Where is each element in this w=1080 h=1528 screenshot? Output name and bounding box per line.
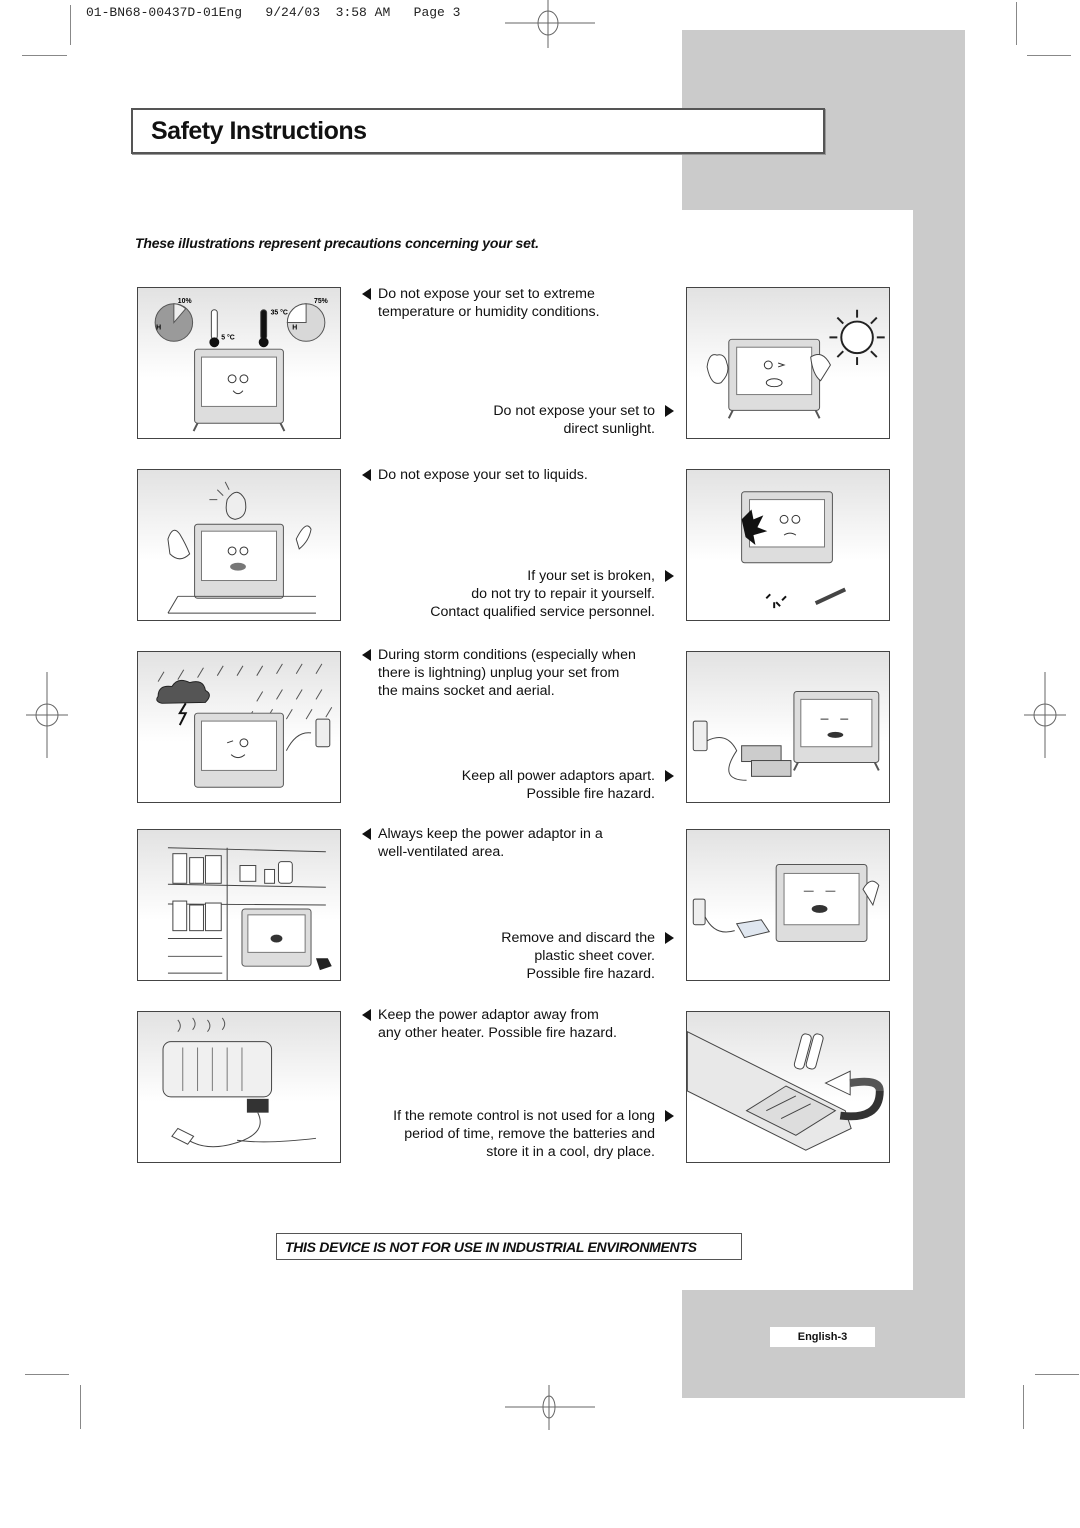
right-arrow-icon xyxy=(665,1110,674,1122)
tv-icon xyxy=(194,523,284,599)
industrial-warning-box: THIS DEVICE IS NOT FOR USE IN INDUSTRIAL… xyxy=(276,1233,742,1260)
sun-icon xyxy=(829,309,885,365)
crop-mark xyxy=(22,55,67,56)
precaution-line: do not try to repair it yourself. xyxy=(471,586,655,602)
svg-text:H: H xyxy=(292,324,297,331)
page-number-label: English-3 xyxy=(770,1327,875,1347)
illustration-plastic-cover xyxy=(686,829,890,981)
precaution-line: Possible fire hazard. xyxy=(526,966,655,982)
precaution-lines: Do not expose your set to liquids. xyxy=(362,466,588,484)
precaution-line: temperature or humidity conditions. xyxy=(378,304,600,320)
page-subtitle: These illustrations represent precaution… xyxy=(135,235,539,251)
right-arrow-icon xyxy=(665,770,674,782)
precaution-text: If the remote control is not used for a … xyxy=(393,1107,674,1161)
illustration-heater xyxy=(137,1011,341,1163)
precaution-text: Do not expose your set to liquids. xyxy=(362,466,588,484)
precaution-line: plastic sheet cover. xyxy=(534,948,655,964)
precaution-text: Keep the power adaptor away from any othe… xyxy=(362,1006,617,1042)
precaution-line: Keep all power adaptors apart. xyxy=(461,768,655,784)
illustration-sunlight xyxy=(686,287,890,439)
tv-icon xyxy=(775,864,868,943)
precaution-lines: Do not expose your set to extreme tempera… xyxy=(362,285,600,321)
page-tab-strip xyxy=(913,210,965,1292)
precaution-line: Do not expose your set to liquids. xyxy=(378,467,588,483)
precaution-lines: Keep all power adaptors apart. Possible f… xyxy=(462,767,655,803)
precaution-lines: If the remote control is not used for a … xyxy=(393,1107,655,1161)
precaution-lines: Keep the power adaptor away from any othe… xyxy=(362,1006,617,1042)
precaution-text: Do not expose your set to extreme tempera… xyxy=(362,285,600,321)
precaution-text: Keep all power adaptors apart. Possible f… xyxy=(462,767,674,803)
right-arrow-icon xyxy=(665,570,674,582)
illustration-remote-batteries xyxy=(686,1011,890,1163)
page-title: Safety Instructions xyxy=(151,117,367,145)
precaution-line: Always keep the power adaptor in a xyxy=(378,826,603,842)
registration-mark-icon xyxy=(26,672,68,758)
illustration-broken xyxy=(686,469,890,621)
illustration-ventilation xyxy=(137,829,341,981)
illustration-liquids xyxy=(137,469,341,621)
tv-icon xyxy=(241,908,312,967)
left-arrow-icon xyxy=(362,828,371,840)
page-title-box: Safety Instructions xyxy=(131,108,825,154)
crop-mark xyxy=(70,5,71,45)
registration-mark-icon xyxy=(505,0,595,48)
precaution-line: Do not expose your set to extreme xyxy=(378,286,595,302)
precaution-line: Possible fire hazard. xyxy=(526,786,655,802)
registration-mark-icon xyxy=(505,1385,595,1430)
left-arrow-icon xyxy=(362,288,371,300)
precaution-text: If your set is broken, do not try to repa… xyxy=(430,567,674,621)
precaution-line: Keep the power adaptor away from xyxy=(378,1007,599,1023)
tv-icon xyxy=(192,348,286,432)
right-arrow-icon xyxy=(665,932,674,944)
crop-mark xyxy=(1035,1374,1079,1375)
crop-mark xyxy=(1016,2,1017,45)
precaution-line: During storm conditions (especially when xyxy=(378,647,636,663)
registration-mark-icon xyxy=(1024,672,1066,758)
precaution-lines: If your set is broken, do not try to repa… xyxy=(430,567,655,621)
tv-icon xyxy=(194,712,284,788)
temp-low-label: 5 °C xyxy=(221,333,235,341)
crop-mark xyxy=(25,1374,69,1375)
illustration-storm xyxy=(137,651,341,803)
precaution-lines: During storm conditions (especially when… xyxy=(362,646,636,700)
precaution-line: Do not expose your set to xyxy=(493,403,655,419)
tv-icon xyxy=(793,690,880,771)
precaution-lines: Always keep the power adaptor in a well-v… xyxy=(362,825,603,861)
precaution-line: well-ventilated area. xyxy=(378,844,505,860)
precaution-text: Always keep the power adaptor in a well-v… xyxy=(362,825,603,861)
tv-icon xyxy=(727,338,821,419)
precaution-text: Do not expose your set to direct sunlight… xyxy=(493,402,674,438)
industrial-warning-text: THIS DEVICE IS NOT FOR USE IN INDUSTRIAL… xyxy=(285,1239,697,1255)
precaution-line: Remove and discard the xyxy=(501,930,655,946)
left-arrow-icon xyxy=(362,649,371,661)
precaution-line: period of time, remove the batteries and xyxy=(404,1126,655,1142)
temp-high-label: 35 °C xyxy=(271,309,288,317)
left-arrow-icon xyxy=(362,1009,371,1021)
left-arrow-icon xyxy=(362,469,371,481)
precaution-text: During storm conditions (especially when… xyxy=(362,646,636,700)
precaution-line: If your set is broken, xyxy=(527,568,655,584)
illustration-power-adaptors xyxy=(686,651,890,803)
precaution-line: the mains socket and aerial. xyxy=(378,683,555,699)
illustration-temperature-humidity: 10% H 5 °C 35 °C 75% H xyxy=(137,287,341,439)
precaution-text: Remove and discard the plastic sheet cove… xyxy=(501,929,674,983)
humidity-low-label: 10% xyxy=(178,298,192,305)
crop-mark xyxy=(1027,55,1071,56)
humidity-high-label: 75% xyxy=(314,298,328,305)
precaution-line: any other heater. Possible fire hazard. xyxy=(378,1025,617,1041)
precaution-line: If the remote control is not used for a … xyxy=(393,1108,655,1124)
precaution-line: direct sunlight. xyxy=(563,421,655,437)
precaution-lines: Remove and discard the plastic sheet cove… xyxy=(501,929,655,983)
precaution-line: store it in a cool, dry place. xyxy=(486,1144,655,1160)
precaution-lines: Do not expose your set to direct sunlight… xyxy=(493,402,655,438)
svg-text:H: H xyxy=(156,324,161,331)
battery-icon xyxy=(793,1033,824,1070)
crop-mark xyxy=(1023,1385,1024,1429)
precaution-line: there is lightning) unplug your set from xyxy=(378,665,620,681)
print-slug: 01-BN68-00437D-01Eng 9/24/03 3:58 AM Pag… xyxy=(86,5,461,20)
precaution-line: Contact qualified service personnel. xyxy=(430,604,655,620)
crop-mark xyxy=(80,1385,81,1429)
right-arrow-icon xyxy=(665,405,674,417)
